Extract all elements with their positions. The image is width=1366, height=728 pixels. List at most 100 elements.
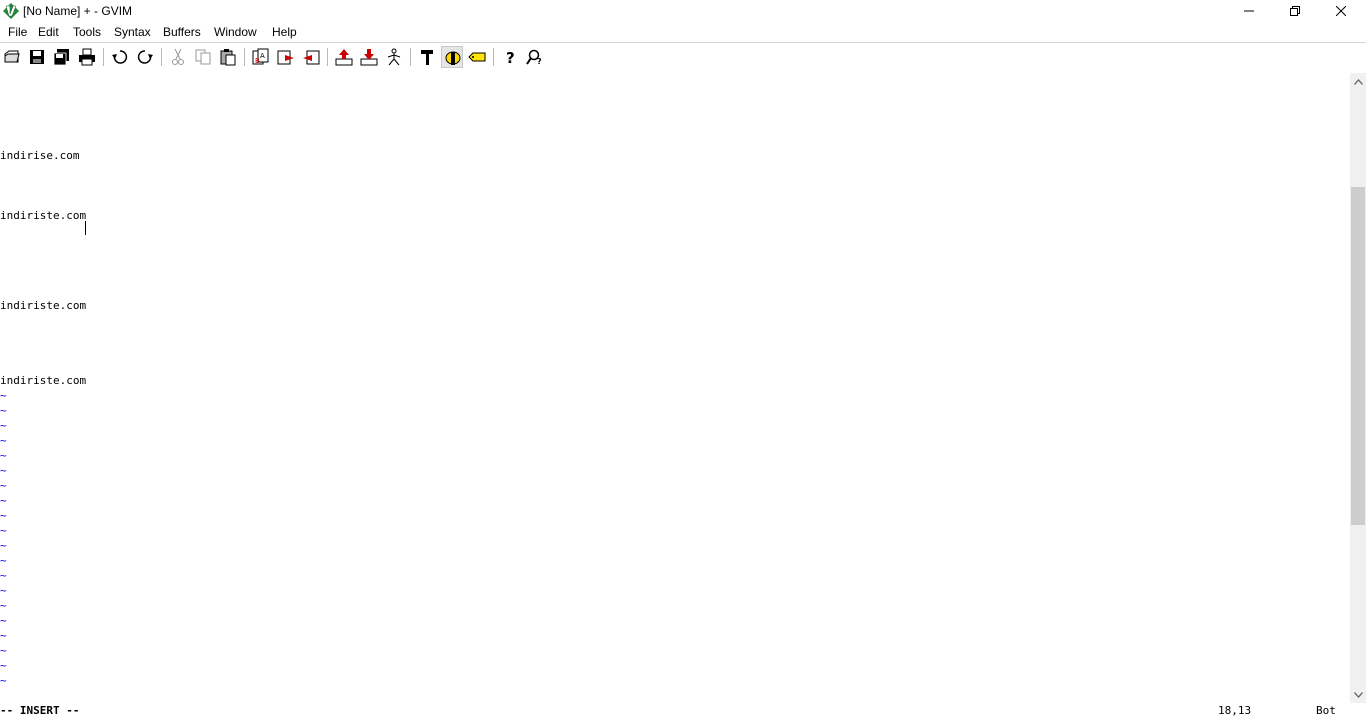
load-session-button[interactable]	[333, 46, 355, 68]
empty-line-tilde: ~	[0, 509, 7, 522]
save-button[interactable]	[26, 46, 48, 68]
menu-help[interactable]: Help	[272, 25, 297, 39]
menu-syntax[interactable]: Syntax	[114, 25, 151, 39]
paste-button[interactable]	[217, 46, 239, 68]
toolbar-separator	[493, 48, 494, 66]
menu-edit[interactable]: Edit	[38, 25, 59, 39]
shell-icon	[445, 51, 461, 65]
toolbar-separator	[244, 48, 245, 66]
save-session-button[interactable]	[358, 46, 380, 68]
menu-tools[interactable]: Tools	[73, 25, 101, 39]
empty-line-tilde: ~	[0, 659, 7, 672]
empty-line-tilde: ~	[0, 479, 7, 492]
minimize-button[interactable]	[1226, 0, 1272, 22]
copy-button[interactable]	[192, 46, 214, 68]
menu-buffers[interactable]: Buffers	[163, 25, 201, 39]
run-script-icon	[387, 48, 401, 66]
toolbar-separator	[103, 48, 104, 66]
menu-bar: File Edit Tools Syntax Buffers Window He…	[0, 22, 1366, 42]
copy-icon	[195, 49, 211, 65]
scroll-down-button[interactable]	[1350, 686, 1366, 703]
text-line[interactable]: indiriste.com	[0, 373, 86, 388]
empty-line-tilde: ~	[0, 434, 7, 447]
empty-line-tilde: ~	[0, 644, 7, 657]
run-script-button[interactable]	[383, 46, 405, 68]
empty-line-tilde: ~	[0, 389, 7, 402]
open-file-button[interactable]	[1, 46, 23, 68]
find-help-icon: ?	[526, 49, 542, 66]
tag-jump-icon	[468, 52, 486, 62]
cut-button[interactable]	[167, 46, 189, 68]
window-title: [No Name] + - GVIM	[23, 4, 133, 18]
empty-line-tilde: ~	[0, 524, 7, 537]
title-bar: [No Name] + - GVIM	[0, 0, 1366, 22]
find-next-button[interactable]	[275, 46, 297, 68]
save-all-button[interactable]	[51, 46, 73, 68]
toolbar-separator	[327, 48, 328, 66]
scroll-position: Bot	[1316, 704, 1336, 717]
make-button[interactable]	[416, 46, 438, 68]
status-line: -- INSERT -- 18,13 Bot	[0, 703, 1366, 728]
print-icon	[79, 48, 95, 66]
chevron-down-icon	[1353, 691, 1363, 698]
scroll-thumb[interactable]	[1351, 187, 1365, 525]
text-line[interactable]: indiriste.com	[0, 298, 86, 313]
toolbar-separator	[410, 48, 411, 66]
help-button[interactable]: ?	[499, 46, 521, 68]
menu-file[interactable]: File	[8, 25, 27, 39]
toolbar-separator	[161, 48, 162, 66]
shell-button[interactable]	[441, 46, 463, 68]
menu-window[interactable]: Window	[214, 25, 257, 39]
empty-line-tilde: ~	[0, 404, 7, 417]
svg-text:A: A	[260, 52, 265, 60]
close-button[interactable]	[1318, 0, 1364, 22]
text-line[interactable]: indirise.com	[0, 148, 79, 163]
empty-line-tilde: ~	[0, 539, 7, 552]
find-prev-icon	[303, 50, 320, 65]
empty-line-tilde: ~	[0, 599, 7, 612]
empty-line-tilde: ~	[0, 494, 7, 507]
tag-jump-button[interactable]	[466, 46, 488, 68]
empty-line-tilde: ~	[0, 554, 7, 567]
text-line[interactable]: indiriste.com	[0, 208, 86, 223]
chevron-up-icon	[1353, 78, 1363, 85]
redo-button[interactable]	[134, 46, 156, 68]
close-icon	[1336, 6, 1346, 16]
text-cursor	[85, 221, 86, 235]
make-icon	[421, 50, 433, 65]
empty-line-tilde: ~	[0, 569, 7, 582]
svg-text:?: ?	[506, 49, 515, 66]
empty-line-tilde: ~	[0, 629, 7, 642]
mode-indicator: -- INSERT --	[0, 704, 80, 717]
vertical-scrollbar[interactable]	[1350, 73, 1366, 703]
undo-icon	[112, 50, 128, 64]
find-help-button[interactable]: ?	[524, 46, 546, 68]
restore-button[interactable]	[1272, 0, 1318, 22]
empty-line-tilde: ~	[0, 614, 7, 627]
cut-icon	[172, 48, 184, 65]
restore-icon	[1290, 6, 1300, 16]
save-all-icon	[53, 49, 69, 66]
load-session-icon	[335, 49, 353, 66]
empty-line-tilde: ~	[0, 674, 7, 687]
editor-area[interactable]: indirise.com indiriste.com indiriste.com…	[0, 73, 1350, 703]
save-icon	[30, 50, 44, 64]
replace-button[interactable]: AB	[250, 46, 272, 68]
help-icon: ?	[506, 49, 515, 66]
save-session-icon	[360, 49, 378, 66]
cursor-position: 18,13	[1218, 704, 1252, 717]
empty-line-tilde: ~	[0, 584, 7, 597]
toolbar: AB ? ?	[0, 43, 1366, 71]
undo-button[interactable]	[109, 46, 131, 68]
empty-line-tilde: ~	[0, 464, 7, 477]
print-button[interactable]	[76, 46, 98, 68]
paste-icon	[220, 49, 236, 66]
svg-text:B: B	[255, 57, 260, 65]
find-prev-button[interactable]	[300, 46, 322, 68]
gvim-logo-icon	[3, 3, 19, 19]
find-next-icon	[277, 50, 294, 65]
redo-icon	[137, 50, 153, 64]
minimize-icon	[1244, 10, 1254, 12]
empty-line-tilde: ~	[0, 449, 7, 462]
scroll-up-button[interactable]	[1350, 73, 1366, 90]
